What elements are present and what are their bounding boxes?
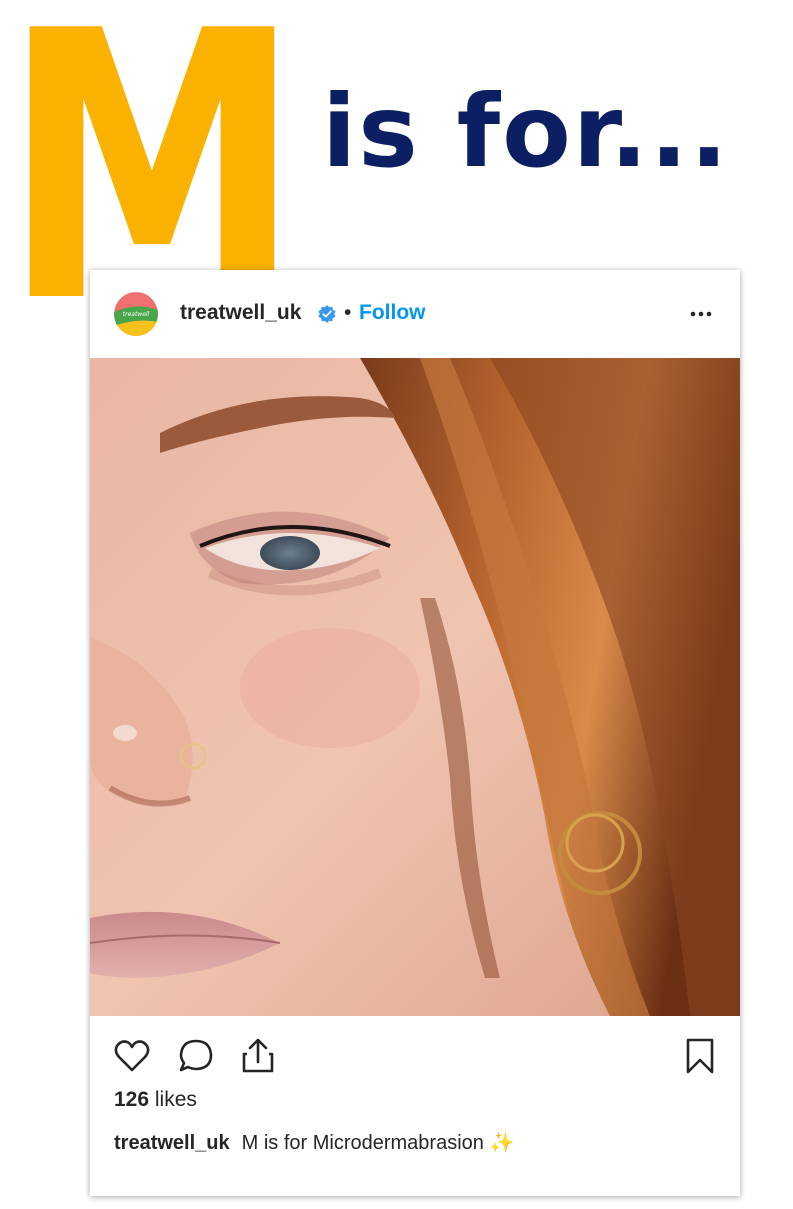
heart-icon[interactable]	[112, 1036, 152, 1076]
bookmark-icon[interactable]	[680, 1036, 720, 1076]
post-photo[interactable]	[90, 358, 740, 1016]
likes-label: likes	[154, 1088, 197, 1111]
follow-button[interactable]: Follow	[359, 301, 426, 325]
likes-count[interactable]: 126 likes	[114, 1088, 197, 1112]
post-header: treatwell treatwell_uk • Follow	[90, 270, 740, 358]
post-caption: treatwell_uk M is for Microdermabrasion ✨	[114, 1130, 515, 1155]
share-icon[interactable]	[238, 1036, 278, 1076]
instagram-post: treatwell treatwell_uk • Follow 126 like…	[90, 270, 740, 1196]
svg-text:treatwell: treatwell	[123, 311, 150, 318]
separator-dot: •	[344, 301, 352, 324]
verified-badge-icon	[318, 305, 336, 323]
likes-number: 126	[114, 1088, 150, 1111]
comment-icon[interactable]	[176, 1036, 216, 1076]
more-options-icon[interactable]	[686, 302, 716, 326]
caption-text: M is for Microdermabrasion	[241, 1132, 484, 1154]
post-actions	[90, 1030, 740, 1080]
avatar[interactable]: treatwell	[114, 292, 158, 336]
heading-letter-m: M	[2, 0, 302, 300]
post-username[interactable]: treatwell_uk	[180, 301, 301, 325]
sparkle-emoji: ✨	[489, 1132, 515, 1154]
svg-text:M: M	[2, 0, 302, 300]
caption-username[interactable]: treatwell_uk	[114, 1132, 230, 1154]
heading-text: is for...	[322, 73, 730, 190]
